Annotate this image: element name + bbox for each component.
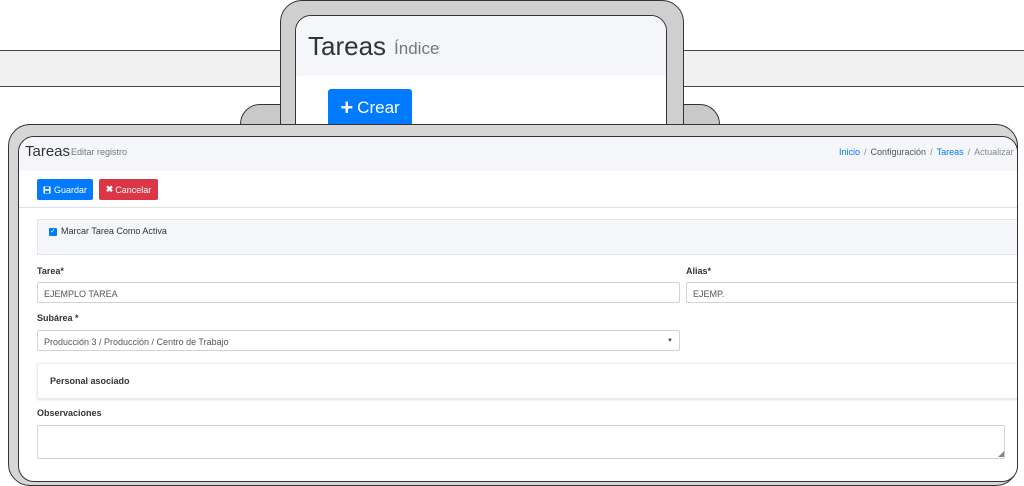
active-checkbox[interactable]: ✓ [49,228,57,236]
active-checkbox-card: ✓ Marcar Tarea Como Activa [37,219,1017,255]
breadcrumb-configuracion: Configuración [870,147,927,157]
active-checkbox-label[interactable]: Marcar Tarea Como Activa [61,226,167,236]
background-page-title: Tareas [308,30,387,61]
cancel-button[interactable]: ✖ Cancelar [99,179,158,200]
breadcrumb-separator: / [967,147,971,157]
breadcrumb-separator: / [930,147,933,157]
alias-label: Alias* [686,266,712,276]
observaciones-textarea[interactable] [37,425,1005,459]
alias-input[interactable]: EJEMP. [686,282,1017,303]
edit-window: Tareas Editar registro Inicio / Configurac… [18,136,1018,482]
background-page-subtitle: Índice [394,39,440,58]
save-button-label: Guardar [53,184,88,195]
save-button[interactable]: Guardar [37,179,93,200]
breadcrumb-separator: / [864,147,867,157]
subarea-select[interactable]: Producción 3 / Producción / Centro de Tr… [37,330,680,351]
breadcrumb: Inicio / Configuración / Tareas / Actualizar [839,147,1014,157]
floppy-disk-icon [43,185,51,194]
breadcrumb-tareas[interactable]: Tareas [937,147,964,157]
chevron-down-icon: ▼ [667,338,673,344]
observaciones-label: Observaciones [37,408,102,418]
edit-form-page: Tareas Editar registro Inicio / Configurac… [19,137,1017,481]
subarea-label: Subárea * [37,313,79,323]
breadcrumb-inicio[interactable]: Inicio [839,147,860,157]
subarea-select-value: Producción 3 / Producción / Centro de Tr… [44,337,229,347]
create-button-label: Crear [357,98,400,117]
tarea-label: Tarea* [37,266,64,276]
create-button[interactable]: + Crear [328,89,412,127]
resize-handle-icon[interactable]: ◢ [998,449,1017,481]
page-title: Tareas [25,143,71,160]
cancel-button-label: Cancelar [115,184,152,195]
personal-asociado-title: Personal asociado [50,376,130,386]
breadcrumb-actualizar: Actualizar [974,147,1014,157]
background-page-header: Tareas Índice [296,16,666,76]
x-icon: ✖ [105,184,114,194]
page-subtitle: Editar registro [71,147,128,157]
tarea-input[interactable]: EJEMPLO TAREA [37,282,680,303]
page-header: Tareas Editar registro Inicio / Configurac… [19,137,1017,171]
personal-asociado-card: Personal asociado [37,363,1017,399]
plus-icon: + [340,95,354,120]
toolbar-divider [19,207,1017,208]
